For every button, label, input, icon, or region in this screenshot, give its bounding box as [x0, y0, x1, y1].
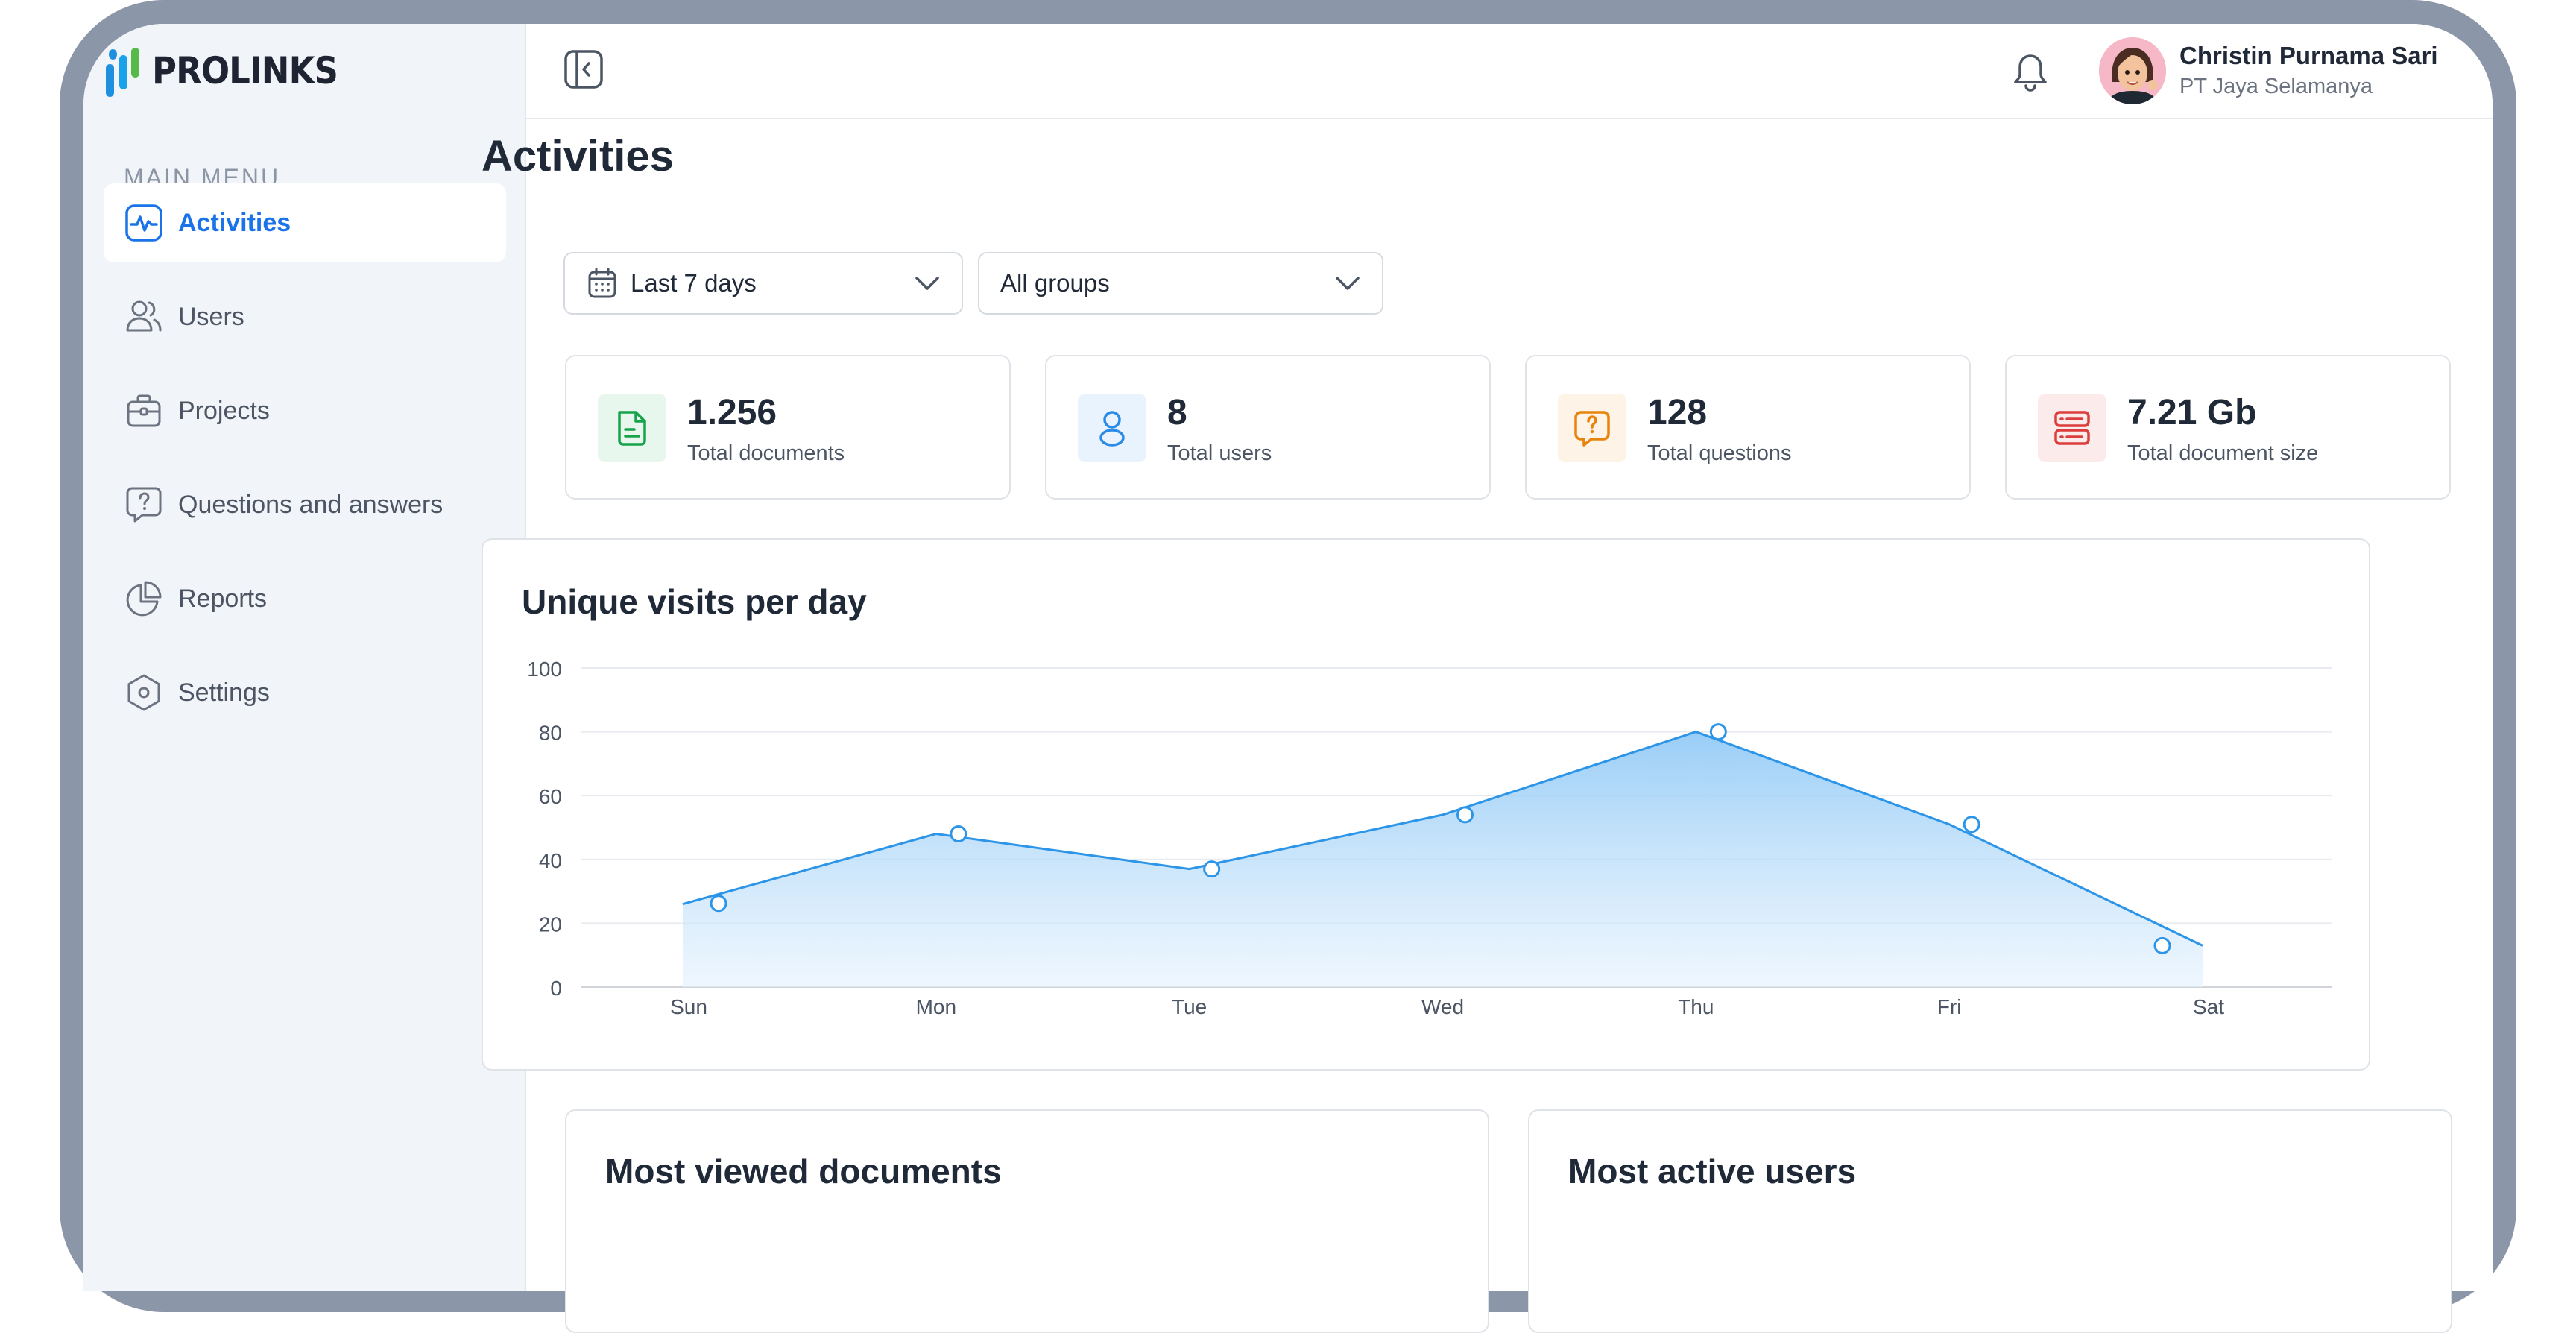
sidebar-item-label: Activities: [178, 208, 291, 237]
sidebar-item-users[interactable]: Users: [104, 277, 506, 356]
panel-title: Most active users: [1568, 1152, 1857, 1191]
period-select[interactable]: Last 7 days: [564, 252, 963, 315]
activity-icon: [124, 204, 163, 242]
calendar-icon: [587, 268, 617, 299]
logo-mark: [106, 45, 142, 97]
collapse-sidebar-button[interactable]: [564, 49, 604, 89]
data-point: [1709, 723, 1727, 741]
y-tick-label: 40: [539, 849, 562, 872]
area-fill: [683, 731, 2203, 987]
user-icon: [1078, 394, 1146, 462]
top-bar: Christin Purnama Sari PT Jaya Selamanya: [526, 24, 2493, 119]
data-point: [1963, 816, 1980, 833]
x-tick-label: Sat: [2193, 995, 2224, 1018]
stat-label: Total questions: [1647, 441, 1792, 465]
most-viewed-documents-panel: Most viewed documents: [565, 1109, 1489, 1333]
sidebar-item-label: Projects: [178, 396, 270, 425]
x-tick-label: Tue: [1172, 995, 1207, 1018]
briefcase-icon: [124, 391, 163, 430]
data-point: [1203, 860, 1221, 878]
sidebar-item-label: Questions and answers: [178, 490, 443, 519]
data-point: [950, 825, 967, 843]
x-tick-label: Wed: [1421, 995, 1464, 1018]
y-tick-label: 80: [539, 722, 562, 745]
stat-value: 128: [1647, 393, 1708, 432]
sidebar-item-settings[interactable]: Settings: [104, 653, 506, 732]
chevron-down-icon: [914, 270, 941, 300]
stat-value: 7.21 Gb: [2127, 393, 2257, 432]
period-select-value: Last 7 days: [631, 269, 757, 297]
sidebar-item-reports[interactable]: Reports: [104, 559, 506, 638]
sidebar-collapse-icon: [564, 50, 603, 89]
stat-card-size: 7.21 Gb Total document size: [2005, 355, 2451, 500]
sidebar-item-label: Users: [178, 302, 244, 331]
stat-card-questions: 128 Total questions: [1525, 355, 1971, 500]
bell-icon: [2014, 54, 2047, 92]
stat-value: 8: [1167, 393, 1187, 432]
users-icon: [124, 297, 163, 336]
x-tick-label: Fri: [1937, 995, 1962, 1018]
logo[interactable]: PROLINKS: [106, 45, 359, 97]
sidebar-item-label: Reports: [178, 584, 268, 613]
stat-label: Total documents: [687, 441, 845, 465]
stat-card-users: 8 Total users: [1045, 355, 1491, 500]
settings-icon: [124, 673, 163, 712]
sidebar-item-label: Settings: [178, 678, 270, 707]
x-tick-label: Mon: [916, 995, 956, 1018]
stat-label: Total document size: [2127, 441, 2319, 465]
y-tick-label: 20: [539, 913, 562, 936]
user-name: Christin Purnama Sari: [2179, 42, 2438, 69]
stat-card-documents: 1.256 Total documents: [565, 355, 1011, 500]
sidebar-item-activities[interactable]: Activities: [104, 183, 506, 262]
stat-label: Total users: [1167, 441, 1272, 465]
chevron-down-icon: [1334, 270, 1361, 300]
sidebar: PROLINKS MAIN MENU Activities Users Proj…: [83, 24, 526, 1291]
storage-icon: [2038, 394, 2106, 462]
document-icon: [598, 394, 666, 462]
sidebar-item-questions[interactable]: Questions and answers: [104, 465, 506, 544]
user-company: PT Jaya Selamanya: [2179, 75, 2373, 98]
visits-chart: 0 20 40 60 80 100 Sun Mon Tue Wed Thu Fri Sat: [527, 658, 2332, 1018]
y-tick-label: 60: [539, 785, 562, 808]
avatar[interactable]: [2099, 37, 2166, 104]
data-point: [710, 895, 727, 913]
y-tick-label: 0: [550, 977, 562, 1000]
chart-card: Unique visits per day 0 20 40 60 80 100 Sun Mo…: [482, 538, 2370, 1071]
panel-title: Most viewed documents: [605, 1152, 1002, 1191]
notifications-button[interactable]: [2011, 52, 2050, 92]
question-bubble-icon: [124, 485, 163, 524]
data-point: [2153, 936, 2171, 954]
x-tick-label: Thu: [1678, 995, 1714, 1018]
x-tick-label: Sun: [670, 995, 707, 1018]
page-title: Activities: [482, 132, 674, 180]
y-tick-label: 100: [527, 658, 562, 681]
group-select[interactable]: All groups: [978, 252, 1383, 315]
sidebar-item-projects[interactable]: Projects: [104, 371, 506, 450]
group-select-value: All groups: [1000, 269, 1110, 297]
most-active-users-panel: Most active users: [1528, 1109, 2452, 1333]
data-point: [1456, 806, 1474, 824]
logo-text: PROLINKS: [152, 49, 338, 92]
question-icon: [1558, 394, 1626, 462]
pie-chart-icon: [124, 579, 163, 618]
stat-value: 1.256: [687, 393, 777, 432]
